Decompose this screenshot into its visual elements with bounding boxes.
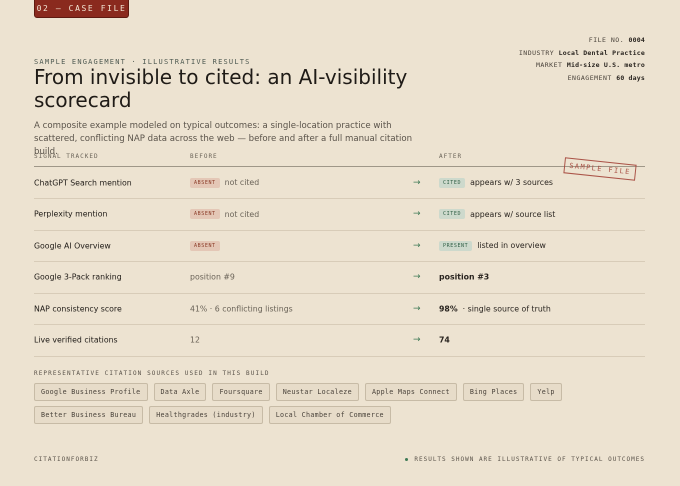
- before-cell: ABSENT not cited: [190, 177, 260, 188]
- table-row: ChatGPT Search mention ABSENT not cited → CI…: [34, 167, 645, 199]
- cited-badge: CITED: [439, 177, 466, 188]
- before-value: 12: [190, 335, 200, 345]
- table-row: Google 3-Pack ranking position #9 → positio…: [34, 262, 645, 294]
- before-value: 41% · 6 conflicting listings: [190, 304, 293, 313]
- after-cell: 74: [439, 336, 450, 345]
- after-value-strong: position #3: [439, 272, 490, 282]
- before-cell: ABSENT: [190, 240, 220, 251]
- after-cell: 98% · single source of truth: [439, 304, 551, 313]
- header-signal: SIGNAL TRACKED: [34, 153, 99, 160]
- meta-engagement: ENGAGEMENT 60 days: [567, 73, 645, 82]
- signal-label: ChatGPT Search mention: [34, 178, 132, 187]
- source-chip: Bing Places: [462, 383, 525, 401]
- meta-file-no: FILE NO. 0004: [588, 36, 645, 44]
- before-cell: position #9: [190, 273, 235, 282]
- source-chip: Neustar Localeze: [275, 383, 359, 401]
- cited-badge: CITED: [439, 209, 466, 219]
- table-row: Perplexity mention ABSENT not cited → CITED a…: [34, 199, 645, 231]
- after-cell: position #3: [439, 273, 489, 282]
- arrow-right-icon: →: [413, 240, 421, 251]
- signal-label: Google AI Overview: [34, 241, 111, 250]
- status-dot-icon: [405, 458, 409, 461]
- arrow-right-icon: →: [413, 177, 421, 188]
- page-title: From invisible to cited: an AI-visibilit…: [34, 65, 408, 112]
- present-badge: PRESENT: [439, 240, 473, 251]
- source-chip: Local Chamber of Commerce: [268, 406, 391, 424]
- meta-industry: INDUSTRY Local Dental Practice: [518, 48, 645, 57]
- source-chip: Apple Maps Connect: [364, 383, 457, 401]
- table-row: NAP consistency score 41% · 6 conflicting…: [34, 293, 645, 325]
- footer-note: RESULTS SHOWN ARE ILLUSTRATIVE OF TYPICA…: [405, 456, 645, 463]
- signal-label: NAP consistency score: [34, 304, 122, 313]
- arrow-right-icon: →: [413, 303, 421, 314]
- after-cell: PRESENT listed in overview: [439, 240, 546, 251]
- before-value: not cited: [224, 209, 260, 219]
- footer-brand: CITATIONFORBIZ: [34, 456, 99, 463]
- arrow-right-icon: →: [413, 209, 421, 219]
- table-row: Google AI Overview ABSENT → PRESENT listed i…: [34, 230, 645, 262]
- after-value: listed in overview: [477, 241, 546, 250]
- after-cell: CITED appears w/ 3 sources: [439, 177, 553, 188]
- after-value: appears w/ source list: [470, 209, 556, 219]
- absent-badge: ABSENT: [190, 177, 220, 188]
- source-chip: Google Business Profile: [34, 383, 148, 401]
- arrow-right-icon: →: [413, 272, 421, 282]
- table-header: SIGNAL TRACKED BEFORE AFTER: [34, 152, 645, 167]
- after-cell: CITED appears w/ source list: [439, 209, 555, 219]
- case-file-badge: 02 — CASE FILE: [34, 0, 129, 18]
- source-chip: Data Axle: [153, 383, 207, 401]
- signal-label: Perplexity mention: [34, 209, 108, 219]
- meta-market: MARKET Mid-size U.S. metro: [535, 61, 645, 70]
- after-value: · single source of truth: [462, 304, 551, 313]
- file-meta: FILE NO. 0004 INDUSTRY Local Dental Prac…: [519, 34, 645, 84]
- absent-badge: ABSENT: [190, 240, 220, 251]
- header-before: BEFORE: [190, 153, 218, 160]
- before-value: position #9: [190, 272, 235, 282]
- signal-label: Google 3-Pack ranking: [34, 272, 122, 282]
- signal-label: Live verified citations: [34, 335, 118, 345]
- source-chip: Foursquare: [212, 383, 270, 401]
- after-value-strong: 98%: [439, 304, 458, 313]
- after-value: appears w/ 3 sources: [470, 178, 553, 187]
- before-cell: 12: [190, 336, 200, 345]
- absent-badge: ABSENT: [190, 209, 220, 219]
- source-chip: Healthgrades (industry): [149, 406, 263, 424]
- after-value-strong: 74: [439, 335, 450, 345]
- before-cell: ABSENT not cited: [190, 209, 259, 219]
- before-cell: 41% · 6 conflicting listings: [190, 304, 293, 313]
- header-after: AFTER: [439, 153, 463, 160]
- source-chip: Yelp: [530, 383, 562, 401]
- arrow-right-icon: →: [413, 335, 421, 345]
- table-row: Live verified citations 12 → 74: [34, 325, 645, 357]
- sources-label: REPRESENTATIVE CITATION SOURCES USED IN …: [34, 370, 270, 377]
- source-chips: Google Business Profile Data Axle Foursqua…: [34, 383, 634, 424]
- source-chip: Better Business Bureau: [34, 406, 144, 424]
- before-value: not cited: [224, 178, 260, 187]
